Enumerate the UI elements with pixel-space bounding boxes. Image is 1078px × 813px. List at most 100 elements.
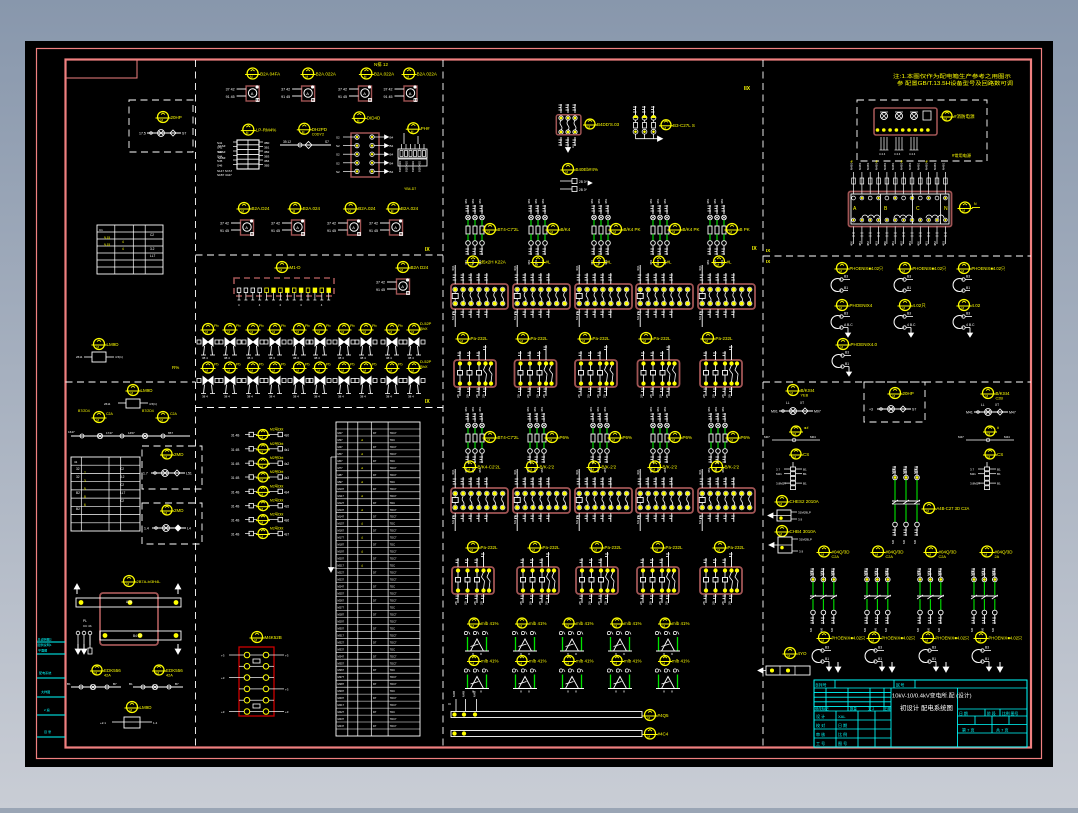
svg-text:7DC: 7DC: [390, 626, 395, 630]
svg-text:M317: M317: [338, 633, 345, 637]
svg-text:17.5: 17.5: [139, 132, 146, 136]
svg-text:7DC: 7DC: [390, 564, 395, 568]
svg-text:3.8M27: 3.8M27: [776, 482, 786, 486]
svg-text:2B: 2B: [473, 601, 477, 605]
svg-text:M: M: [985, 395, 988, 399]
svg-text:M277: M277: [338, 605, 345, 609]
svg-text:P6%: P6%: [683, 435, 693, 440]
svg-text:CHB4 3010A: CHB4 3010A: [790, 529, 816, 534]
svg-text:C2B: C2B: [996, 397, 1004, 401]
svg-text:M2号Dbt: M2号Dbt: [270, 441, 283, 446]
svg-text:4B2: 4B2: [866, 241, 870, 246]
svg-text:M60: M60: [809, 570, 813, 576]
svg-text:7DC7: 7DC7: [390, 717, 397, 721]
svg-text:N排 12: N排 12: [374, 61, 389, 68]
svg-text:37 42: 37 42: [271, 222, 280, 226]
svg-text:10kV-10/0.4kV变电所.配 (设计): 10kV-10/0.4kV变电所.配 (设计): [892, 692, 972, 700]
svg-text:7DC7: 7DC7: [390, 550, 397, 554]
svg-text:2B: 2B: [721, 601, 725, 605]
svg-text:M: M: [790, 392, 793, 396]
svg-text:7DC7: 7DC7: [390, 661, 397, 665]
svg-text:B2A 04FA: B2A 04FA: [260, 72, 280, 77]
svg-text:M: M: [227, 369, 230, 373]
svg-text:+3: +3: [869, 408, 873, 412]
svg-text:2B: 2B: [712, 601, 716, 605]
svg-text:图例说明1: 图例说明1: [38, 642, 52, 647]
svg-text:3B3: 3B3: [264, 155, 270, 159]
svg-text:7DC7: 7DC7: [390, 696, 397, 700]
svg-text:B1B741D: B1B741D: [405, 161, 409, 172]
svg-text:D7: D7: [373, 431, 377, 435]
svg-text:M: M: [613, 231, 616, 235]
svg-text:mlb 41%: mlb 41%: [672, 621, 690, 626]
svg-text:B/K-2'2: B/K-2'2: [602, 465, 617, 470]
svg-text:D7: D7: [373, 724, 377, 728]
svg-text:4Q1: 4Q1: [636, 265, 640, 271]
svg-text:M: M: [656, 263, 659, 267]
svg-text:CC 4b: CC 4b: [83, 624, 92, 628]
svg-text:M: M: [250, 331, 253, 335]
svg-text:4Q1: 4Q1: [513, 265, 517, 271]
svg-text:2B: 2B: [665, 601, 669, 605]
svg-text:#: #: [997, 426, 999, 430]
svg-text:31M29LP: 31M29LP: [798, 511, 811, 515]
svg-text:B3-C27L S: B3-C27L S: [673, 123, 695, 128]
svg-text:38 4: 38 4: [269, 356, 275, 360]
svg-text:38 4: 38 4: [202, 395, 208, 399]
svg-text:4: 4: [122, 240, 124, 244]
svg-text:M: M: [470, 263, 473, 267]
svg-text:2B 3*: 2B 3*: [579, 188, 588, 192]
svg-text:M307: M307: [338, 626, 345, 630]
svg-text:M: M: [317, 331, 320, 335]
svg-text:M397: M397: [338, 689, 345, 693]
svg-text:4B1: 4B1: [891, 241, 895, 246]
svg-text:M: M: [716, 263, 719, 267]
svg-text:M: M: [672, 439, 675, 443]
svg-text:Δ: Δ: [361, 522, 363, 526]
svg-text:4Q1: 4Q1: [698, 469, 702, 475]
svg-text:IIX: IIX: [744, 86, 751, 92]
svg-text:7DC7: 7DC7: [390, 682, 397, 686]
svg-text:M: M: [250, 75, 253, 79]
svg-text:#L: #L: [727, 260, 733, 265]
svg-text:B1: B1: [997, 468, 1001, 472]
svg-text:7DC7: 7DC7: [390, 557, 397, 561]
svg-text:7DC7: 7DC7: [390, 473, 397, 477]
svg-text:CS: CS: [997, 452, 1003, 457]
svg-text:M4B1: M4B1: [908, 162, 912, 170]
svg-text:M2号Dbt: M2号Dbt: [270, 498, 283, 503]
svg-text:4 4 4: 4 4 4: [879, 152, 886, 156]
svg-text:C2: C2: [120, 499, 124, 503]
svg-text:M: M: [591, 468, 594, 472]
svg-text:D7: D7: [373, 571, 377, 575]
svg-text:4.5(1): 4.5(1): [149, 402, 157, 406]
svg-text:M137: M137: [338, 508, 345, 512]
svg-text:37 42: 37 42: [226, 88, 235, 92]
svg-text:M60: M60: [891, 468, 895, 474]
svg-text:38 4: 38 4: [314, 395, 320, 399]
svg-text:4s0: 4s0: [284, 434, 289, 438]
svg-text:M77: M77: [338, 466, 344, 470]
svg-text:37 42: 37 42: [327, 222, 336, 226]
svg-text:M237: M237: [338, 578, 345, 582]
svg-text:XAL: XAL: [838, 714, 846, 719]
svg-text:CS: CS: [803, 452, 809, 457]
svg-text:B PK: B PK: [740, 227, 750, 232]
svg-text:B2: B2: [76, 491, 80, 495]
svg-text:Pb: Pb: [259, 324, 264, 328]
svg-text:BhX: BhX: [420, 326, 428, 331]
svg-text:M: M: [96, 419, 99, 423]
svg-text:4B0: 4B0: [883, 241, 887, 246]
svg-text:4B0: 4B0: [850, 241, 854, 246]
svg-text:M: M: [961, 307, 964, 311]
svg-text:YEB: YEB: [801, 394, 809, 398]
svg-text:M61: M61: [926, 570, 930, 576]
svg-text:4B3: 4B3: [875, 241, 879, 246]
svg-text:B1: B1: [129, 682, 133, 686]
svg-text:日期: 日期: [885, 706, 892, 711]
svg-text:#4Q5: #4Q5: [658, 713, 670, 718]
svg-text:XT: XT: [995, 403, 999, 407]
svg-text:4.02: 4.02: [972, 303, 981, 308]
svg-text:mlb 41%: mlb 41%: [624, 621, 642, 626]
svg-text:B7/2D4: B7/2D4: [142, 409, 154, 413]
